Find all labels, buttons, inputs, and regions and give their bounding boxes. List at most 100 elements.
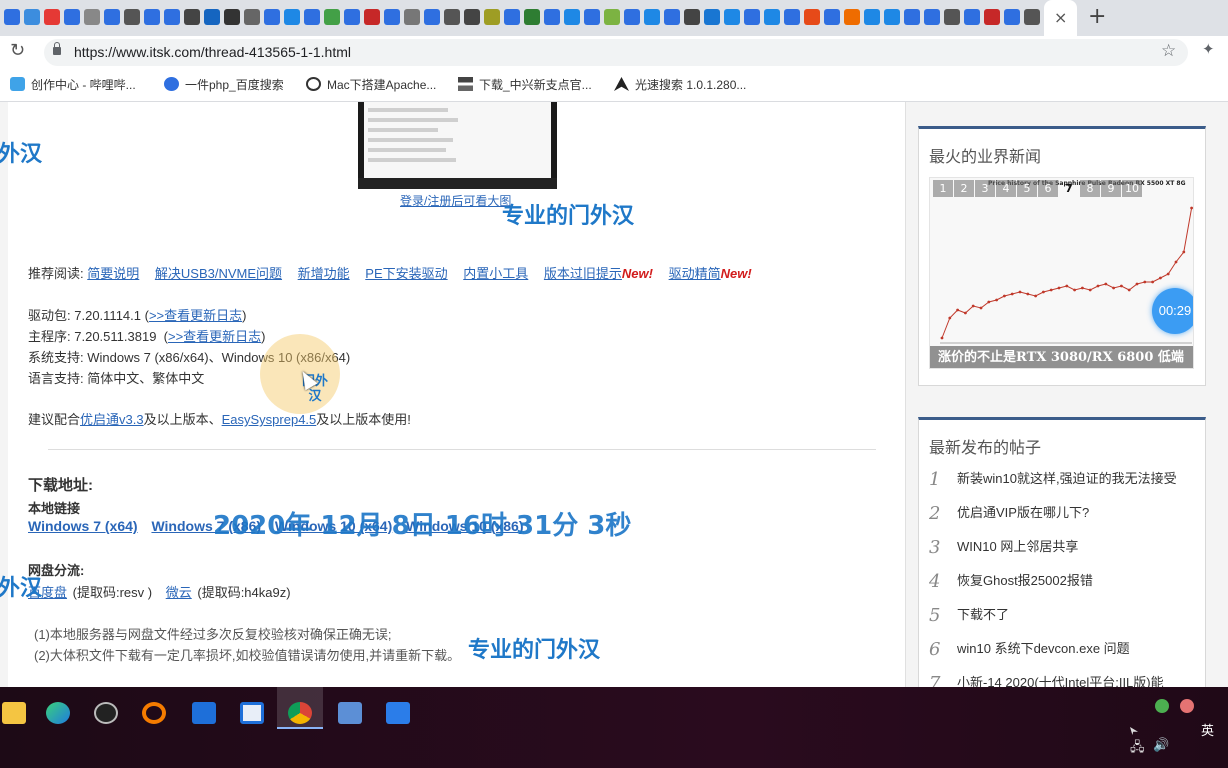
tab-favicon[interactable] [724, 9, 740, 25]
link-driver-slim[interactable]: 驱动精简 [669, 266, 721, 281]
login-view-image-link[interactable]: 登录/注册后可看大图 [400, 192, 511, 209]
tab-favicon[interactable] [424, 9, 440, 25]
tab-favicon[interactable] [484, 9, 500, 25]
tab-favicon[interactable] [4, 9, 20, 25]
tab-favicon[interactable] [744, 9, 760, 25]
post-title[interactable]: 下载不了 [957, 607, 1009, 622]
tab-favicon[interactable] [324, 9, 340, 25]
link-pe-install[interactable]: PE下安装驱动 [365, 266, 447, 281]
pager-item[interactable]: 1 [933, 180, 953, 197]
edge-taskbar-icon[interactable] [40, 695, 76, 731]
changelog-link-2[interactable]: >>查看更新日志 [168, 329, 261, 344]
bookmark-bilibili[interactable]: 创作中心 - 哔哩哔... [10, 76, 136, 93]
tab-favicon[interactable] [44, 9, 60, 25]
tab-favicon[interactable] [164, 9, 180, 25]
pager-item[interactable]: 9 [1101, 180, 1121, 197]
tab-favicon[interactable] [704, 9, 720, 25]
tab-favicon[interactable] [804, 9, 820, 25]
tab-favicon[interactable] [344, 9, 360, 25]
tab-favicon[interactable] [504, 9, 520, 25]
tab-favicon[interactable] [24, 9, 40, 25]
pager-item[interactable]: 7 [1059, 180, 1079, 197]
link-tools[interactable]: 内置小工具 [463, 266, 528, 281]
post-item[interactable]: 6 win10 系统下devcon.exe 问题 [929, 638, 1199, 672]
tab-favicon[interactable] [764, 9, 780, 25]
pager-item[interactable]: 10 [1122, 180, 1142, 197]
tab-favicon[interactable] [204, 9, 220, 25]
tab-favicon[interactable] [184, 9, 200, 25]
download-win7-x64[interactable]: Windows 7 (x64) [28, 518, 138, 534]
tab-favicon[interactable] [524, 9, 540, 25]
tab-favicon[interactable] [784, 9, 800, 25]
tab-favicon[interactable] [824, 9, 840, 25]
bookmark-mac-apache[interactable]: Mac下搭建Apache... [306, 76, 436, 93]
ime-indicator[interactable]: 英 [1201, 720, 1214, 739]
tab-favicon[interactable] [684, 9, 700, 25]
link-usb3-nvme[interactable]: 解决USB3/NVME问题 [155, 266, 282, 281]
tab-favicon[interactable] [404, 9, 420, 25]
weiyun-link[interactable]: 微云 [166, 585, 192, 600]
post-item[interactable]: 5 下载不了 [929, 604, 1199, 638]
post-title[interactable]: 优启通VIP版在哪儿下? [957, 505, 1089, 520]
chrome-taskbar-icon[interactable] [282, 695, 318, 731]
post-title[interactable]: 新装win10就这样,强迫证的我无法接受 [957, 471, 1177, 486]
tray-app-icon[interactable] [1155, 699, 1169, 713]
news-caption[interactable]: 涨价的不止是RTX 3080/RX 6800 低端 [930, 346, 1193, 368]
pager-item[interactable]: 3 [975, 180, 995, 197]
tab-favicon[interactable] [284, 9, 300, 25]
post-item[interactable]: 3 WIN10 网上邻居共享 [929, 536, 1199, 570]
link-brief[interactable]: 简要说明 [87, 266, 139, 281]
screenshot-thumbnail[interactable] [358, 102, 557, 189]
feishu-taskbar-icon[interactable] [380, 695, 416, 731]
pager-item[interactable]: 6 [1038, 180, 1058, 197]
tab-favicon[interactable] [124, 9, 140, 25]
tab-favicon[interactable] [964, 9, 980, 25]
tab-favicon[interactable] [104, 9, 120, 25]
tray-app-icon-2[interactable] [1180, 699, 1194, 713]
easysysprep-link[interactable]: EasySysprep4.5 [222, 412, 317, 427]
network-tool-taskbar-icon[interactable] [332, 695, 368, 731]
tab-favicon[interactable] [884, 9, 900, 25]
post-item[interactable]: 4 恢复Ghost报25002报错 [929, 570, 1199, 604]
active-tab[interactable]: × [1044, 0, 1077, 36]
post-item[interactable]: 7 小新-14 2020(十代Intel平台:IIL版)能 [929, 672, 1199, 687]
bookmark-guangsu[interactable]: 光速搜索 1.0.1.280... [614, 76, 746, 93]
tab-favicon[interactable] [844, 9, 860, 25]
bookmark-baidu[interactable]: 一件php_百度搜索 [164, 76, 284, 93]
tab-favicon[interactable] [224, 9, 240, 25]
tab-favicon[interactable] [664, 9, 680, 25]
post-title[interactable]: 恢复Ghost报25002报错 [957, 573, 1093, 588]
countdown-timer[interactable]: 00:29 [1152, 288, 1193, 334]
tab-favicon[interactable] [544, 9, 560, 25]
changelog-link[interactable]: >>查看更新日志 [149, 308, 242, 323]
network-icon[interactable]: 🖧 [1130, 738, 1145, 760]
tab-favicon[interactable] [564, 9, 580, 25]
link-new-features[interactable]: 新增功能 [298, 266, 350, 281]
pager-item[interactable]: 5 [1017, 180, 1037, 197]
tab-favicon[interactable] [84, 9, 100, 25]
tab-favicon[interactable] [244, 9, 260, 25]
tab-favicon[interactable] [1004, 9, 1020, 25]
tab-favicon[interactable] [364, 9, 380, 25]
address-bar[interactable]: https://www.itsk.com/thread-413565-1-1.h… [44, 39, 1188, 66]
tab-favicon[interactable] [1024, 9, 1040, 25]
post-title[interactable]: WIN10 网上邻居共享 [957, 539, 1078, 554]
tab-favicon[interactable] [444, 9, 460, 25]
tab-favicon[interactable] [264, 9, 280, 25]
tab-favicon[interactable] [864, 9, 880, 25]
bookmark-star-icon[interactable]: ☆ [1161, 41, 1176, 61]
reload-icon[interactable]: ↻ [10, 40, 25, 61]
volume-icon[interactable]: 🔊 [1153, 738, 1169, 753]
window-app-taskbar-icon[interactable] [186, 695, 222, 731]
pager-item[interactable]: 8 [1080, 180, 1100, 197]
tab-favicon[interactable] [624, 9, 640, 25]
post-item[interactable]: 2 优启通VIP版在哪儿下? [929, 502, 1199, 536]
tab-favicon[interactable] [304, 9, 320, 25]
extensions-puzzle-icon[interactable]: ✦ [1202, 40, 1215, 58]
pager-item[interactable]: 2 [954, 180, 974, 197]
tab-favicon[interactable] [944, 9, 960, 25]
url-text[interactable]: https://www.itsk.com/thread-413565-1-1.h… [74, 44, 351, 60]
tab-favicon[interactable] [64, 9, 80, 25]
obs-taskbar-icon[interactable] [88, 695, 124, 731]
tab-favicon[interactable] [384, 9, 400, 25]
